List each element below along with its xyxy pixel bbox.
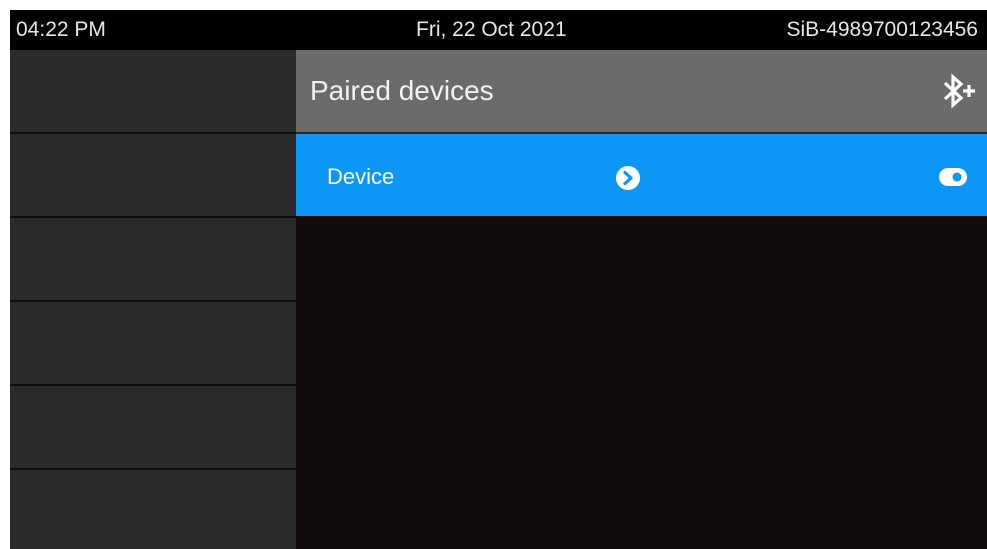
status-date: Fri, 22 Oct 2021 — [416, 18, 567, 41]
page-title: Paired devices — [310, 75, 494, 106]
device-list-item[interactable]: Device — [296, 134, 987, 216]
softkey-slot-3[interactable] — [10, 218, 296, 302]
softkey-slot-1[interactable] — [10, 50, 296, 134]
page-header: Paired devices — [296, 50, 987, 134]
chevron-right-circle-icon[interactable] — [616, 166, 640, 190]
phone-screen: 04:22 PM Fri, 22 Oct 2021 SiB-4989700123… — [10, 10, 987, 549]
toggle-icon[interactable] — [939, 168, 967, 186]
device-name: Device — [327, 164, 395, 189]
softkey-slot-4[interactable] — [10, 302, 296, 386]
left-softkey-panel — [10, 50, 296, 549]
status-device-id: SiB-4989700123456 — [786, 18, 978, 41]
softkey-slot-6[interactable] — [10, 470, 296, 549]
softkey-slot-5[interactable] — [10, 386, 296, 470]
status-bar: 04:22 PM Fri, 22 Oct 2021 SiB-4989700123… — [10, 10, 987, 50]
softkey-slot-2[interactable] — [10, 134, 296, 218]
status-time: 04:22 PM — [16, 18, 106, 41]
bluetooth-add-icon[interactable] — [939, 73, 979, 109]
